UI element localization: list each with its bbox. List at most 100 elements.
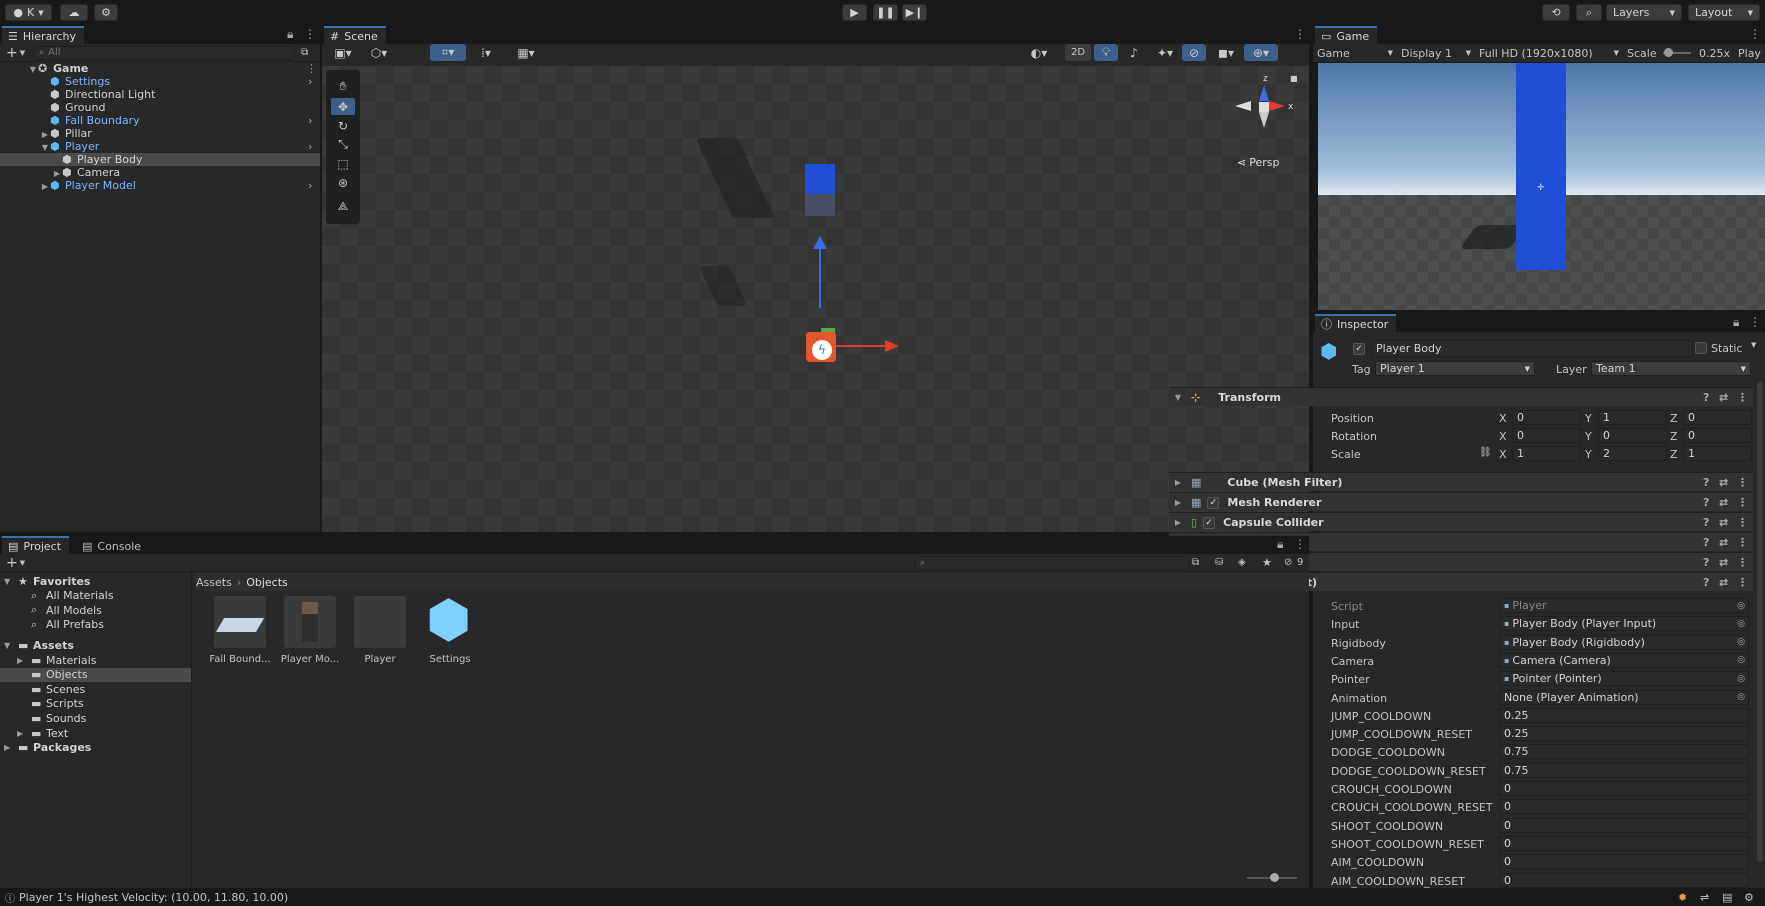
gizmo-x-cone[interactable] <box>1269 101 1285 111</box>
lock-icon[interactable]: ■ <box>1290 74 1298 83</box>
more-icon[interactable]: ⋮ <box>1737 516 1748 529</box>
more-icon[interactable]: ⋮ <box>1749 315 1761 329</box>
step-button[interactable]: ▶❙ <box>902 4 927 21</box>
script-field-jump-cooldown[interactable]: 0.25 <box>1499 707 1749 723</box>
hierarchy-item[interactable]: ▶ ⬢ Player Model › <box>0 179 320 192</box>
preset-icon[interactable]: ⇄ <box>1719 576 1728 589</box>
script-field-jump-cooldown-reset[interactable]: 0.25 <box>1499 726 1749 742</box>
debug-icon[interactable]: ⚙ <box>1744 891 1754 904</box>
static-checkbox[interactable] <box>1695 342 1707 357</box>
grid-snap-icon[interactable]: ⌗▾ <box>430 44 466 61</box>
hierarchy-item[interactable]: ⬢ Directional Light <box>0 88 320 101</box>
object-picker-icon[interactable]: ◎ <box>1737 655 1745 665</box>
component-enabled-checkbox[interactable]: ✓ <box>1203 515 1217 529</box>
display-dropdown[interactable]: Display 1 ▼ <box>1401 47 1471 60</box>
lighting-icon[interactable]: 💡︎ <box>1094 44 1118 61</box>
pause-button[interactable]: ❚❚ <box>873 4 898 21</box>
folder-item[interactable]: ▬ Objects <box>0 667 191 682</box>
hierarchy-item[interactable]: ▶ ⬢ Pillar <box>0 127 320 140</box>
play-button[interactable]: ▶ <box>842 4 867 21</box>
audio-icon[interactable]: ♪ <box>1122 44 1146 61</box>
draw-mode-icon[interactable]: ▣▾ <box>326 44 360 61</box>
expand-arrow-icon[interactable]: ▼ <box>30 65 36 74</box>
preset-icon[interactable]: ⇄ <box>1719 476 1728 489</box>
more-icon[interactable]: ⋮ <box>304 27 316 41</box>
inspector-scrollbar[interactable] <box>1757 382 1763 862</box>
move-tool-icon[interactable]: ✥ <box>331 98 355 115</box>
hierarchy-item[interactable]: ▼ ⬢ Player › <box>0 140 320 153</box>
expand-arrow-icon[interactable]: ▼ <box>4 577 10 586</box>
more-icon[interactable]: ⋮ <box>1294 537 1306 551</box>
gizmo-y-axis[interactable] <box>819 246 821 308</box>
tab-hierarchy[interactable]: ☰ Hierarchy <box>2 26 85 44</box>
cloud-button[interactable]: ☁ <box>60 4 88 21</box>
settings-asset[interactable]: ⬢ Settings <box>418 590 482 672</box>
script-field-shoot-cooldown-reset[interactable]: 0 <box>1499 835 1749 851</box>
gizmos-icon[interactable]: ⊕▾ <box>1244 44 1278 61</box>
preset-icon[interactable]: ⇄ <box>1719 516 1728 529</box>
object-name-field[interactable]: Player Body <box>1371 340 1693 357</box>
script-field-rigidbody[interactable]: ▪ Player Body (Rigidbody) ◎ <box>1499 634 1749 650</box>
chevron-right-icon[interactable]: › <box>308 114 312 127</box>
gizmo-center-cube[interactable] <box>1259 102 1269 112</box>
gizmo-z-cone[interactable] <box>1259 85 1269 101</box>
help-icon[interactable]: ? <box>1703 391 1709 404</box>
layers-dropdown[interactable]: Layers ▼ <box>1606 4 1682 21</box>
view-options-icon[interactable]: ◐▾ <box>1024 44 1054 61</box>
favorite-item[interactable]: ⌕ All Models <box>0 603 191 617</box>
preset-icon[interactable]: ⇄ <box>1719 496 1728 509</box>
collapse-arrow-icon[interactable]: ▶ <box>54 169 60 178</box>
script-field-aim-cooldown[interactable]: 0 <box>1499 854 1749 870</box>
help-icon[interactable]: ? <box>1703 496 1709 509</box>
chevron-down-icon[interactable]: ▼ <box>1751 341 1756 349</box>
rotation-y-field[interactable]: 0 <box>1598 428 1667 443</box>
scale-x-field[interactable]: 1 <box>1512 446 1581 461</box>
component-enabled-checkbox[interactable]: ✓ <box>1207 495 1221 509</box>
shading-icon[interactable]: ⬡▾ <box>362 44 396 61</box>
project-search-input[interactable]: ⌕ <box>914 555 1190 570</box>
memory-icon[interactable]: ▤ <box>1722 891 1732 904</box>
search-input[interactable]: All <box>48 47 60 58</box>
assets-folder[interactable]: ▼ ▬ Assets <box>0 638 191 652</box>
scale-slider-handle[interactable] <box>1664 48 1673 57</box>
favorite-item[interactable]: ⌕ All Prefabs <box>0 618 191 632</box>
hierarchy-item[interactable]: ▶ ⬢ Camera <box>0 166 320 179</box>
script-field-animation[interactable]: None (Player Animation) ◎ <box>1499 689 1749 705</box>
player-asset[interactable]: Player <box>348 592 412 672</box>
active-checkbox[interactable]: ✓ <box>1353 341 1365 355</box>
help-icon[interactable]: ? <box>1703 476 1709 489</box>
rect-tool-icon[interactable]: ⬚ <box>331 155 355 172</box>
tab-inspector[interactable]: ⓘ Inspector <box>1315 314 1397 332</box>
chevron-right-icon[interactable]: › <box>308 140 312 153</box>
lock-icon[interactable]: 🔒︎ <box>1733 315 1739 330</box>
collapse-arrow-icon[interactable]: ▶ <box>17 729 23 738</box>
object-picker-icon[interactable]: ◎ <box>1737 692 1745 702</box>
packages-folder[interactable]: ▶ ▬ Packages <box>0 741 191 755</box>
fall-boundary-asset[interactable]: Fall Bound... <box>208 592 272 672</box>
more-icon[interactable]: ⋮ <box>1737 556 1748 569</box>
add-icon[interactable]: + <box>6 45 18 61</box>
game-viewport[interactable]: ✛ <box>1318 63 1765 310</box>
script-field-shoot-cooldown[interactable]: 0 <box>1499 817 1749 833</box>
chevron-right-icon[interactable]: › <box>308 179 312 192</box>
chevron-right-icon[interactable]: › <box>308 75 312 88</box>
help-icon[interactable]: ? <box>1703 576 1709 589</box>
more-icon[interactable]: ⋮ <box>1737 496 1748 509</box>
help-icon[interactable]: ? <box>1703 516 1709 529</box>
hand-tool-icon[interactable]: ✋︎ <box>331 78 355 95</box>
resolution-dropdown[interactable]: Full HD (1920x1080) ▼ <box>1479 47 1619 60</box>
history-button[interactable]: ⟲ <box>1542 4 1570 21</box>
gizmo-neg-z-cone[interactable] <box>1259 112 1269 128</box>
player-model-asset[interactable]: Player Mo... <box>278 592 342 672</box>
constrain-proportions-icon[interactable]: ⛓ <box>1479 447 1492 458</box>
favorite-icon[interactable]: ★ <box>1262 556 1272 569</box>
rotate-tool-icon[interactable]: ↻ <box>331 117 355 134</box>
bulb-icon[interactable]: ✹ <box>1678 891 1687 904</box>
gizmo-neg-x-cone[interactable] <box>1235 101 1251 111</box>
more-icon[interactable]: ⋮ <box>306 62 317 75</box>
script-field-camera[interactable]: ▪ Camera (Camera) ◎ <box>1499 652 1749 668</box>
effects-icon[interactable]: ✦▾ <box>1150 44 1180 61</box>
hidden-packages-icon[interactable]: ⊘ <box>1284 557 1292 568</box>
component-capsule-collider[interactable]: ▶ ▯ ✓ Capsule Collider? ⇄ ⋮ <box>1169 512 1753 531</box>
folder-item[interactable]: ▶ ▬ Materials <box>0 653 191 667</box>
